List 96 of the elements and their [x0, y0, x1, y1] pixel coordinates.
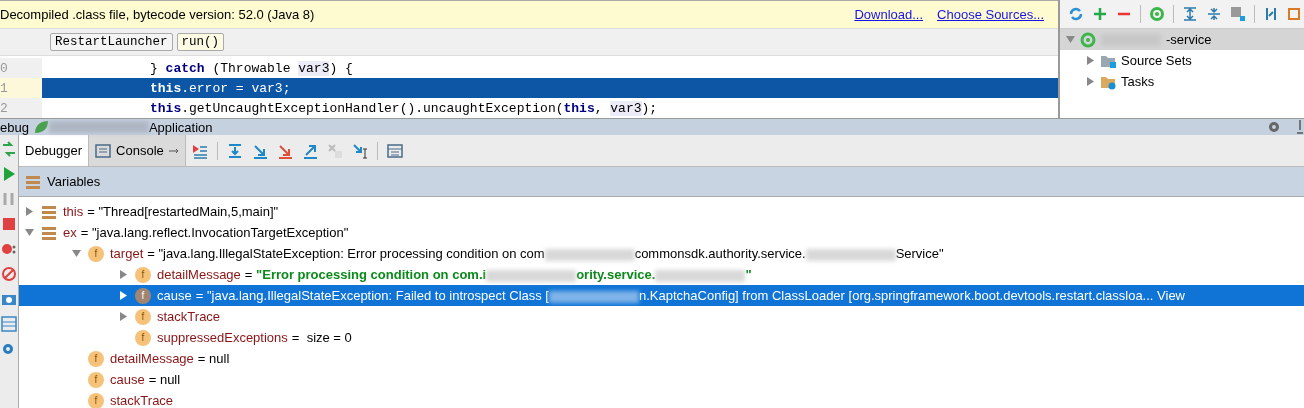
tree-label: Tasks: [1121, 74, 1155, 89]
field-icon: f: [135, 287, 151, 304]
collapse-all-icon[interactable]: [1206, 6, 1222, 22]
variable-value: = "java.lang.reflect.InvocationTargetException": [80, 225, 349, 240]
breadcrumb[interactable]: RestartLauncher: [50, 33, 173, 51]
field-icon: f: [88, 392, 104, 408]
variable-name: this: [63, 204, 84, 219]
leaf-icon: [32, 119, 49, 135]
expand-arrow-icon[interactable]: [119, 270, 128, 279]
expand-arrow-icon[interactable]: [1066, 35, 1075, 44]
variable-value: = "Error processing condition on com.i ority.service. ": [244, 267, 752, 282]
variable-value: = "java.lang.IllegalStateException: Failed to introspect Class [ n.KaptchaConfig] from ClassLoader [org.springframework.boot.devtools.restart.classloa... View: [195, 288, 1185, 303]
line-number: 2: [0, 98, 42, 118]
variable-name: stackTrace: [110, 393, 174, 408]
variable-value: = null: [148, 372, 181, 387]
variable-value: = "java.lang.IllegalStateException: Error processing condition on com commonsdk.authority.service. Service": [147, 246, 944, 261]
variable-value: = null: [197, 351, 230, 366]
variable-row[interactable]: this = "Thread[restartedMain,5,main]": [19, 201, 1304, 222]
gradle-project-icon: [1080, 31, 1096, 48]
variable-row[interactable]: f detailMessage = null: [19, 348, 1304, 369]
variable-name: detailMessage: [110, 351, 194, 366]
refresh-icon[interactable]: [1068, 6, 1084, 22]
field-icon: f: [88, 245, 104, 262]
variable-row[interactable]: f suppressedExceptions = size = 0: [19, 327, 1304, 348]
variables-title: Variables: [47, 174, 101, 189]
field-icon: f: [88, 371, 104, 388]
evaluate-icon[interactable]: [386, 142, 403, 159]
rerun-icon[interactable]: [1, 141, 17, 157]
pin-tab-icon: [168, 147, 179, 154]
plus-icon[interactable]: [1092, 6, 1108, 22]
field-icon: f: [135, 329, 151, 346]
variable-row[interactable]: f detailMessage = "Error processing condition on com.i ority.service. ": [19, 264, 1304, 285]
banner-link[interactable]: Choose Sources...: [937, 7, 1044, 22]
variable-name: ex: [63, 225, 77, 240]
tree-item[interactable]: Source Sets: [1060, 50, 1304, 71]
variable-icon: [25, 173, 41, 190]
field-icon: f: [88, 350, 104, 367]
gradle-circle-icon[interactable]: [1149, 6, 1165, 22]
breadcrumb[interactable]: run(): [176, 33, 225, 51]
console-icon: [95, 142, 112, 159]
variable-row[interactable]: f target = "java.lang.IllegalStateException: Error processing condition on com commonsdk.authority.service. Service": [19, 243, 1304, 264]
step-over-icon[interactable]: [226, 142, 243, 159]
resume-icon[interactable]: [1, 166, 17, 182]
code-text: this.getUncaughtExceptionHandler().uncaughtException(this, var3);: [149, 100, 658, 116]
code-text: } catch (Throwable var3) {: [149, 60, 353, 76]
stop-icon[interactable]: [1, 216, 17, 232]
tree-item[interactable]: -service: [1060, 29, 1304, 50]
step-into-icon[interactable]: [251, 142, 268, 159]
show-execution-point-icon[interactable]: [191, 142, 208, 159]
field-icon: f: [135, 308, 151, 325]
variable-row[interactable]: f stackTrace: [19, 306, 1304, 327]
variable-value: = size = 0: [291, 330, 352, 345]
variable-name: cause: [157, 288, 192, 303]
expand-arrow-icon[interactable]: [119, 291, 128, 300]
code-text: this.error = var3;: [149, 80, 291, 96]
step-out-icon[interactable]: [301, 142, 318, 159]
expand-all-icon[interactable]: [1182, 6, 1198, 22]
app-name: Application: [148, 119, 213, 135]
variable-icon: [41, 203, 57, 220]
expand-arrow-icon[interactable]: [119, 312, 128, 321]
expand-arrow-icon[interactable]: [25, 207, 34, 216]
layout-icon[interactable]: [1, 316, 17, 332]
variable-name: detailMessage: [157, 267, 241, 282]
variable-row[interactable]: f stackTrace: [19, 390, 1304, 408]
line-number: 0: [0, 58, 42, 78]
tree-label: -service: [1166, 32, 1212, 47]
variable-value: = "Thread[restartedMain,5,main]": [87, 204, 279, 219]
variable-name: target: [110, 246, 144, 261]
variable-row[interactable]: ex = "java.lang.reflect.InvocationTargetException": [19, 222, 1304, 243]
mute-breakpoints-icon[interactable]: [1, 266, 17, 282]
pause-icon[interactable]: [1, 191, 17, 207]
expand-arrow-icon[interactable]: [25, 228, 34, 237]
tree-item[interactable]: Tasks: [1060, 71, 1304, 92]
force-step-into-icon[interactable]: [276, 142, 293, 159]
variable-name: cause: [110, 372, 145, 387]
banner-text: Decompiled .class file, bytecode version: 52.0 (Java 8): [0, 7, 316, 22]
breakpoints-icon[interactable]: [1, 241, 17, 257]
variable-row[interactable]: f cause = "java.lang.IllegalStateException: Failed to introspect Class [ n.KaptchaConfig] from ClassLoader [org.springframework.boot.devtools.restart.classloa... View: [19, 285, 1304, 306]
expand-arrow-icon[interactable]: [1086, 77, 1095, 86]
variable-name: suppressedExceptions: [157, 330, 288, 345]
debug-title: ebug: [0, 119, 29, 135]
tree-label: Source Sets: [1121, 53, 1192, 68]
toggle-offline-icon[interactable]: [1263, 6, 1279, 22]
variable-row[interactable]: f cause = null: [19, 369, 1304, 390]
banner-link[interactable]: Download...: [854, 7, 924, 22]
pin-icon[interactable]: [1296, 119, 1304, 135]
expand-arrow-icon[interactable]: [1086, 56, 1095, 65]
debug-tab[interactable]: Debugger: [19, 135, 90, 166]
debug-tab[interactable]: Console: [89, 135, 186, 166]
expand-arrow-icon[interactable]: [72, 249, 81, 258]
field-icon: f: [135, 266, 151, 283]
line-number: 1: [0, 78, 42, 98]
variable-name: stackTrace: [157, 309, 221, 324]
run-to-cursor-icon[interactable]: [351, 142, 368, 159]
modules-icon[interactable]: [1230, 6, 1246, 22]
variable-icon: [41, 224, 57, 241]
